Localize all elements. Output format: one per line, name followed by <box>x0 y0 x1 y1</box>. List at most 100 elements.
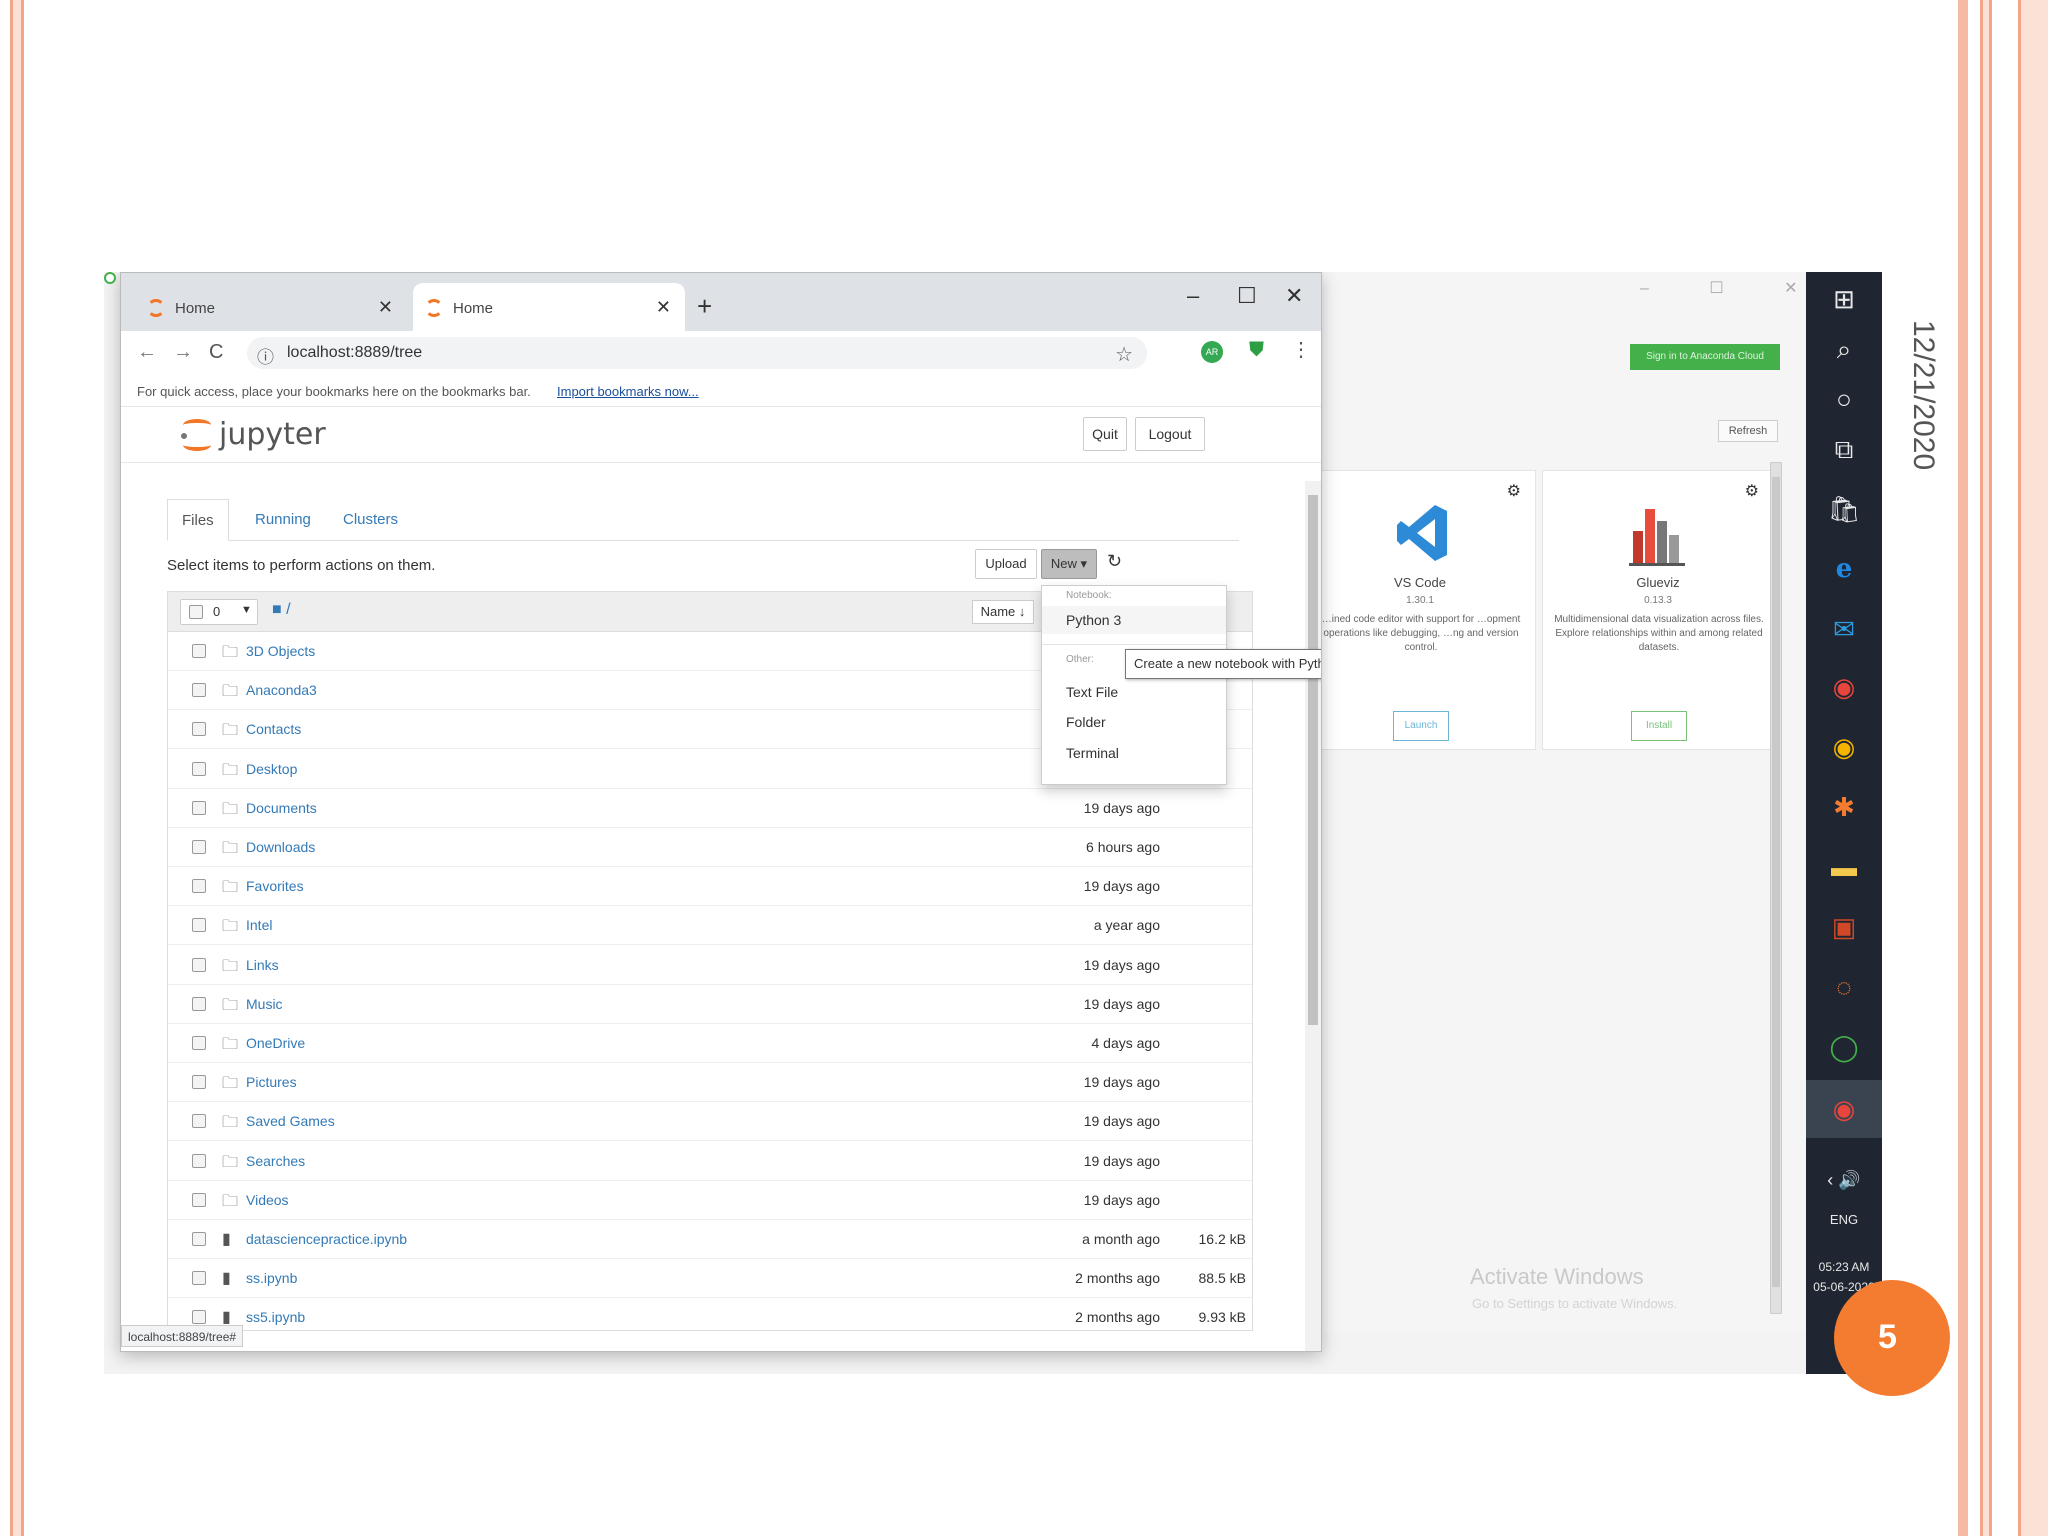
table-row[interactable]: 🗀 Searches 19 days ago <box>168 1142 1252 1181</box>
shield-icon[interactable]: ⛊ <box>1249 339 1264 362</box>
forward-button[interactable]: → <box>173 341 193 364</box>
refresh-icon[interactable]: ↻ <box>1107 551 1122 572</box>
row-checkbox[interactable] <box>192 1075 206 1090</box>
edge-icon[interactable]: e <box>1806 542 1882 596</box>
windows-icon[interactable]: ⊞ <box>1806 272 1882 326</box>
store-icon[interactable]: 🛍 <box>1806 482 1882 536</box>
file-name-link[interactable]: Videos <box>246 1192 289 1208</box>
tab-files[interactable]: Files <box>167 499 229 541</box>
scrollbar-thumb[interactable] <box>1308 495 1318 1025</box>
clock-time[interactable]: 05:23 AM <box>1806 1260 1882 1274</box>
row-checkbox[interactable] <box>192 1192 206 1207</box>
reload-button[interactable]: C <box>209 341 223 364</box>
jupyter-logo-icon[interactable] <box>181 417 217 453</box>
cortana-icon[interactable]: ○ <box>1806 372 1882 426</box>
table-row[interactable]: 🗀 Documents 19 days ago <box>168 789 1252 828</box>
chrome-icon[interactable]: ◉ <box>1806 1080 1882 1138</box>
row-checkbox[interactable] <box>192 996 206 1011</box>
quit-button[interactable]: Quit <box>1083 417 1127 451</box>
tab-running[interactable]: Running <box>241 499 325 541</box>
mail-icon[interactable]: ✉ <box>1806 602 1882 656</box>
import-bookmarks-link[interactable]: Import bookmarks now... <box>557 384 699 399</box>
search-icon[interactable]: ⌕ <box>1806 322 1882 376</box>
profile-avatar[interactable]: AR <box>1201 341 1223 363</box>
file-explorer-icon[interactable]: ▬ <box>1806 840 1882 894</box>
chrome-icon[interactable]: ◉ <box>1806 660 1882 714</box>
green-circle-icon[interactable]: ◯ <box>1806 1020 1882 1074</box>
address-bar[interactable]: ⓘ localhost:8889/tree ☆ <box>247 337 1147 369</box>
menu-item-terminal[interactable]: Terminal <box>1042 739 1226 767</box>
row-checkbox[interactable] <box>192 879 206 894</box>
jupyter-icon[interactable]: ◌ <box>1806 960 1882 1014</box>
table-row[interactable]: 🗀 Intel a year ago <box>168 906 1252 946</box>
table-row[interactable]: ▮ datasciencepractice.ipynb a month ago 16.… <box>168 1220 1252 1259</box>
row-checkbox[interactable] <box>192 1036 206 1050</box>
row-checkbox[interactable] <box>192 1153 206 1168</box>
menu-item-python3[interactable]: Python 3 <box>1042 606 1226 634</box>
bookmark-star-icon[interactable]: ☆ <box>1115 342 1133 367</box>
row-checkbox[interactable] <box>192 722 206 737</box>
row-checkbox[interactable] <box>192 761 206 776</box>
gear-icon[interactable]: ⚙ <box>1745 481 1759 501</box>
tab-clusters[interactable]: Clusters <box>329 499 412 541</box>
row-checkbox[interactable] <box>192 1232 206 1246</box>
breadcrumb[interactable]: ■ / <box>272 601 291 619</box>
menu-item-text-file[interactable]: Text File <box>1042 678 1226 706</box>
close-window-button[interactable]: ✕ <box>1285 283 1303 309</box>
table-row[interactable]: 🗀 Videos 19 days ago <box>168 1181 1252 1220</box>
file-name-link[interactable]: OneDrive <box>246 1035 305 1051</box>
file-name-link[interactable]: Searches <box>246 1153 305 1169</box>
file-name-link[interactable]: Pictures <box>246 1074 297 1090</box>
task-view-icon[interactable]: ⧉ <box>1806 422 1882 476</box>
logout-button[interactable]: Logout <box>1135 417 1205 451</box>
new-tab-button[interactable]: + <box>697 291 712 322</box>
select-all-checkbox[interactable] <box>189 605 203 619</box>
gear-icon[interactable]: ⚙ <box>1507 481 1521 501</box>
table-row[interactable]: 🗀 Links 19 days ago <box>168 946 1252 985</box>
row-checkbox[interactable] <box>192 1114 206 1129</box>
browser-tab-active[interactable]: Home ✕ <box>413 283 685 331</box>
table-row[interactable]: ▮ ss5.ipynb 2 months ago 9.93 kB <box>168 1298 1252 1330</box>
file-name-link[interactable]: Intel <box>246 917 272 933</box>
close-icon[interactable]: ✕ <box>378 297 393 318</box>
menu-item-folder[interactable]: Folder <box>1042 708 1226 736</box>
new-button[interactable]: New ▾ <box>1041 549 1097 579</box>
close-icon[interactable]: ✕ <box>656 297 671 318</box>
file-name-link[interactable]: 3D Objects <box>246 643 315 659</box>
row-checkbox[interactable] <box>192 1271 206 1286</box>
file-name-link[interactable]: Contacts <box>246 721 301 737</box>
row-checkbox[interactable] <box>192 957 206 972</box>
row-checkbox[interactable] <box>192 800 206 815</box>
chevron-down-icon[interactable]: ▼ <box>241 604 252 616</box>
signin-button[interactable]: Sign in to Anaconda Cloud <box>1630 344 1780 370</box>
info-icon[interactable]: ⓘ <box>257 343 274 368</box>
table-row[interactable]: 🗀 Pictures 19 days ago <box>168 1063 1252 1103</box>
page-scrollbar[interactable] <box>1305 481 1321 1351</box>
row-checkbox[interactable] <box>192 1310 206 1325</box>
file-name-link[interactable]: Anaconda3 <box>246 682 317 698</box>
sort-by-name-button[interactable]: Name ↓ <box>972 600 1034 624</box>
file-name-link[interactable]: Links <box>246 957 279 973</box>
row-checkbox[interactable] <box>192 644 206 658</box>
file-name-link[interactable]: ss.ipynb <box>246 1270 297 1286</box>
upload-button[interactable]: Upload <box>975 549 1037 579</box>
row-checkbox[interactable] <box>192 683 206 698</box>
menu-icon[interactable]: ⋮ <box>1291 337 1311 362</box>
chrome-icon[interactable]: ◉ <box>1806 720 1882 774</box>
file-name-link[interactable]: datasciencepractice.ipynb <box>246 1231 407 1247</box>
minimize-button[interactable]: – <box>1187 283 1199 309</box>
file-name-link[interactable]: Favorites <box>246 878 304 894</box>
browser-tab[interactable]: Home ✕ <box>135 283 407 331</box>
jupyter-logo-text[interactable]: jupyter <box>219 417 326 452</box>
table-row[interactable]: 🗀 Music 19 days ago <box>168 985 1252 1024</box>
file-name-link[interactable]: Downloads <box>246 839 315 855</box>
row-checkbox[interactable] <box>192 918 206 933</box>
anaconda-icon[interactable]: ✱ <box>1806 780 1882 834</box>
row-checkbox[interactable] <box>192 840 206 854</box>
table-row[interactable]: 🗀 Favorites 19 days ago <box>168 867 1252 907</box>
maximize-button[interactable]: ☐ <box>1237 283 1257 309</box>
install-button[interactable]: Install <box>1631 711 1687 741</box>
table-row[interactable]: 🗀 OneDrive 4 days ago <box>168 1024 1252 1063</box>
table-row[interactable]: 🗀 Downloads 6 hours ago <box>168 828 1252 867</box>
navigator-scrollbar[interactable] <box>1770 462 1782 1314</box>
